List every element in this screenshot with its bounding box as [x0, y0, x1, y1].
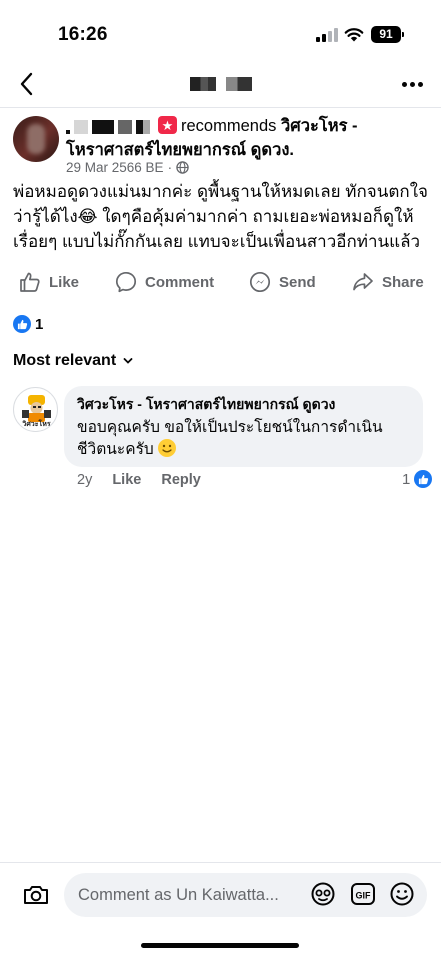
svg-text:GIF: GIF — [356, 891, 372, 901]
post-meta: 29 Mar 2566 BE · — [66, 160, 189, 175]
avatar-logo-text: วิศวะโหร — [22, 421, 51, 428]
comment-footer: 2y Like Reply — [77, 472, 201, 488]
messenger-icon — [249, 271, 271, 293]
cellular-signal-icon — [316, 28, 338, 42]
recommendation-star-icon — [158, 114, 177, 138]
chevron-down-icon — [123, 358, 133, 364]
comment-reply-button[interactable]: Reply — [161, 472, 201, 488]
post-date[interactable]: 29 Mar 2566 BE — [66, 160, 164, 175]
ellipsis-icon — [401, 81, 423, 87]
top-navigation — [0, 62, 441, 108]
comment-author[interactable]: วิศวะโหร - โหราศาสตร์ไทยพยากรณ์ ดูดวง — [77, 394, 410, 414]
sort-label: Most relevant — [13, 352, 117, 369]
emoji-icon[interactable] — [389, 881, 415, 907]
like-button[interactable]: Like — [18, 264, 79, 300]
commenter-avatar[interactable]: วิศวะโหร — [13, 387, 58, 432]
post-author-line: recommends วิศวะโหร - โหราศาสตร์ไทยพยากร… — [66, 114, 431, 162]
camera-button[interactable] — [22, 881, 50, 909]
post-text: พ่อหมอดูดวงแม่นมากค่ะ ดูพื้นฐานให้หมดเลย… — [13, 182, 428, 251]
comment-bubble[interactable]: วิศวะโหร - โหราศาสตร์ไทยพยากรณ์ ดูดวง ขอ… — [64, 386, 423, 467]
comment-age: 2y — [77, 472, 93, 488]
redacted-author-name[interactable] — [66, 119, 150, 134]
recommends-label: recommends — [181, 117, 277, 135]
chevron-left-icon — [20, 72, 33, 96]
camera-icon — [24, 886, 48, 904]
comment-composer: GIF — [0, 862, 441, 926]
share-label: Share — [382, 273, 424, 291]
comment-button[interactable]: Comment — [114, 264, 214, 300]
post-author-avatar[interactable] — [13, 116, 59, 162]
post-action-bar: Like Comment Send Share — [0, 264, 441, 300]
avatar-sticker-icon[interactable] — [310, 881, 336, 907]
status-time: 16:26 — [58, 24, 108, 45]
wifi-icon — [344, 28, 364, 42]
smile-emoji-icon — [157, 439, 176, 457]
send-label: Send — [279, 273, 316, 291]
comment-bubble-icon — [115, 271, 137, 293]
send-button[interactable]: Send — [248, 264, 316, 300]
more-options-button[interactable] — [397, 70, 427, 98]
comment-label: Comment — [145, 273, 215, 291]
comment-like-button[interactable]: Like — [112, 472, 141, 488]
thumbs-up-icon — [20, 272, 40, 292]
like-reaction-icon — [414, 470, 433, 488]
share-button[interactable]: Share — [351, 264, 424, 300]
header-divider — [0, 107, 441, 108]
redacted-title — [190, 77, 252, 91]
like-reaction-icon — [13, 315, 31, 333]
reaction-count: 1 — [35, 315, 44, 333]
reaction-summary[interactable]: 1 — [13, 315, 43, 333]
share-arrow-icon — [353, 273, 373, 291]
like-label: Like — [49, 273, 80, 291]
comment-reaction-count: 1 — [402, 470, 411, 488]
comment-text: ขอบคุณครับ ขอให้เป็นประโยชน์ในการดำเนินช… — [77, 419, 383, 458]
back-button[interactable] — [14, 70, 42, 98]
battery-icon: 91 — [371, 26, 404, 43]
comment-reaction-summary[interactable]: 1 — [402, 470, 433, 488]
status-bar: 16:26 91 — [0, 0, 441, 62]
gif-icon[interactable]: GIF — [350, 881, 376, 907]
globe-icon — [176, 161, 189, 174]
comment-sort-dropdown[interactable]: Most relevant — [13, 352, 133, 370]
home-indicator[interactable] — [141, 943, 299, 948]
